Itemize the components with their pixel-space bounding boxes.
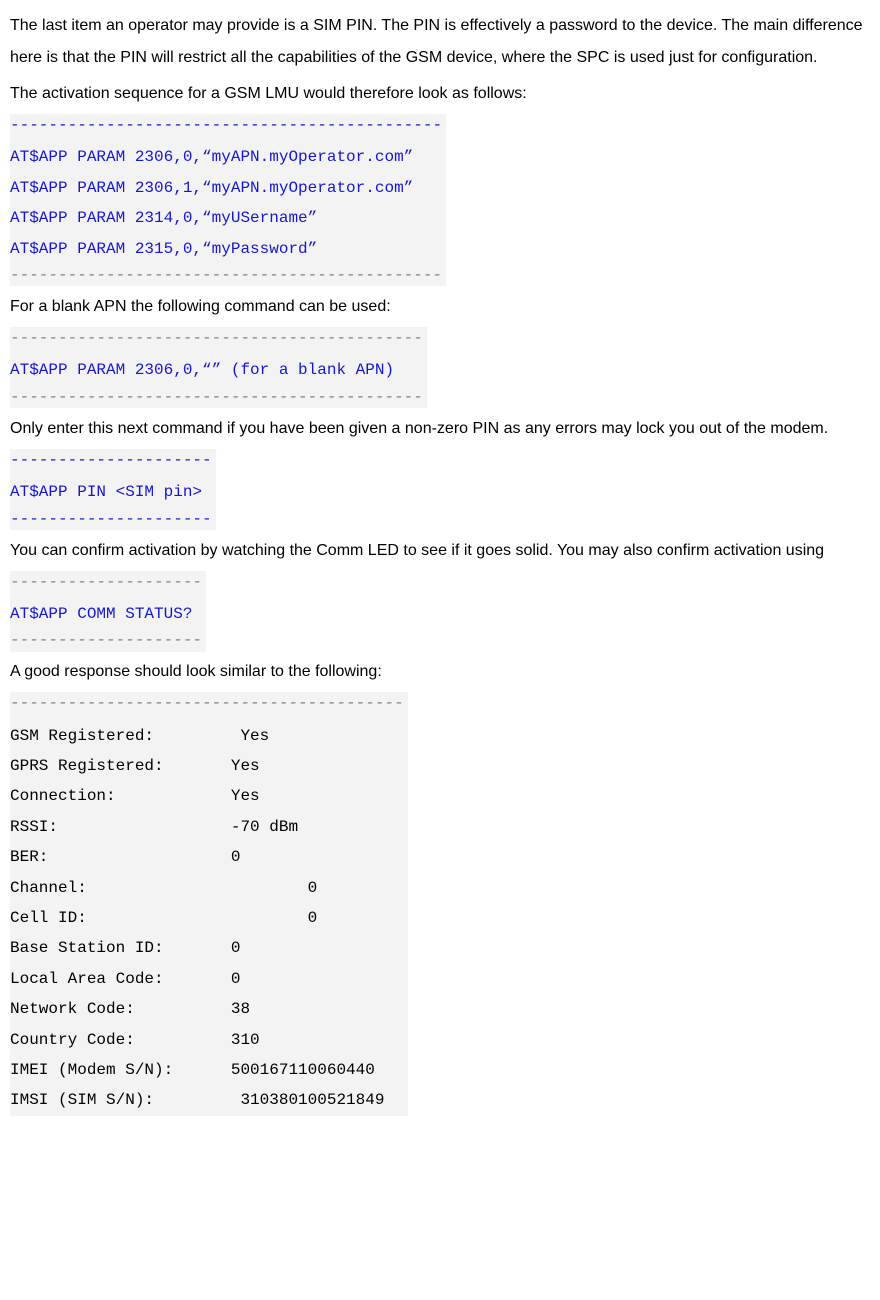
code-line: AT$APP PARAM 2306,0,“” (for a blank APN): [10, 355, 423, 385]
dash-divider: ----------------------------------------…: [10, 386, 423, 408]
code-block-sim-pin: --------------------- AT$APP PIN <SIM pi…: [10, 449, 216, 530]
code-line: AT$APP PARAM 2306,0,“myAPN.myOperator.co…: [10, 142, 442, 172]
paragraph-confirm-activation: You can confirm activation by watching t…: [10, 535, 870, 567]
paragraph-activation-sequence: The activation sequence for a GSM LMU wo…: [10, 78, 870, 110]
dash-divider: ----------------------------------------…: [10, 264, 442, 286]
code-line: AT$APP COMM STATUS?: [10, 599, 202, 629]
paragraph-good-response: A good response should look similar to t…: [10, 656, 870, 688]
dash-divider: ----------------------------------------…: [10, 114, 442, 136]
code-line: AT$APP PARAM 2306,1,“myAPN.myOperator.co…: [10, 173, 442, 203]
code-block-status-response: ----------------------------------------…: [10, 692, 408, 1115]
dash-divider: --------------------: [10, 629, 202, 651]
dash-divider: ---------------------: [10, 449, 212, 471]
paragraph-pin-warning: Only enter this next command if you have…: [10, 413, 870, 445]
paragraph-intro-1: The last item an operator may provide is…: [10, 10, 870, 74]
dash-divider: --------------------: [10, 571, 202, 593]
code-line: AT$APP PIN <SIM pin>: [10, 477, 212, 507]
code-line: AT$APP PARAM 2315,0,“myPassword”: [10, 234, 442, 264]
code-block-comm-status: -------------------- AT$APP COMM STATUS?…: [10, 571, 206, 652]
dash-divider: ---------------------: [10, 508, 212, 530]
code-block-blank-apn: ----------------------------------------…: [10, 327, 427, 408]
dash-divider: ----------------------------------------…: [10, 327, 423, 349]
dash-divider: ----------------------------------------…: [10, 692, 404, 714]
paragraph-blank-apn: For a blank APN the following command ca…: [10, 291, 870, 323]
code-line: AT$APP PARAM 2314,0,“myUSername”: [10, 203, 442, 233]
code-block-activation: ----------------------------------------…: [10, 114, 446, 286]
status-output: GSM Registered: Yes GPRS Registered: Yes…: [10, 721, 404, 1116]
